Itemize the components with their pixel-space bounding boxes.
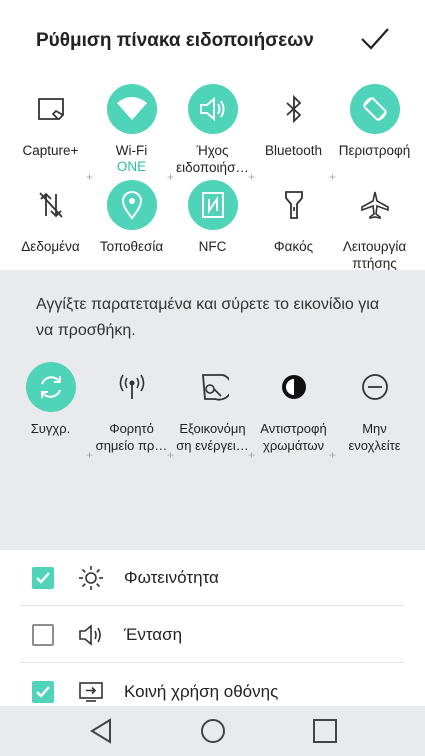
separator-plus: + — [329, 170, 337, 184]
brightness-checkbox[interactable] — [32, 566, 54, 589]
volume-icon — [78, 622, 104, 648]
page-title: Ρύθμιση πίνακα ειδοποιήσεων — [36, 30, 314, 51]
flashlight-icon — [269, 180, 319, 230]
separator-plus: + — [248, 170, 256, 184]
tile-bluetooth[interactable]: Bluetooth — [251, 84, 336, 159]
hotspot-icon — [107, 362, 157, 412]
bluetooth-icon — [269, 84, 319, 134]
tile-battery-saver[interactable]: Εξοικονόμη ση ενέργει… — [170, 362, 255, 454]
separator-plus: + — [329, 448, 337, 462]
volume-checkbox[interactable] — [32, 623, 54, 646]
brightness-label: Φωτεινότητα — [124, 567, 219, 587]
rotate-icon — [349, 84, 400, 134]
tile-location[interactable]: Τοποθεσία — [89, 180, 174, 255]
tile-do-not-disturb[interactable]: Μην ενοχλείτε — [332, 362, 417, 454]
brightness-icon — [78, 565, 104, 591]
volume-label: Ένταση — [124, 624, 183, 644]
tile-notification-sound[interactable]: Ήχος ειδοποιήσ… — [170, 84, 255, 176]
location-pin-icon — [106, 180, 157, 230]
separator-plus: + — [167, 170, 175, 184]
capture-plus-icon — [26, 84, 76, 134]
back-icon[interactable] — [86, 716, 116, 746]
tile-rotation[interactable]: Περιστροφή — [332, 84, 417, 159]
wifi-icon — [106, 84, 157, 134]
tile-sync[interactable]: Συγχρ. — [8, 362, 93, 437]
data-off-icon — [26, 180, 76, 230]
battery-saver-icon — [188, 362, 238, 412]
checkmark-icon[interactable] — [360, 26, 390, 52]
screen-share-checkbox[interactable] — [32, 681, 54, 703]
screen-share-label: Κοινή χρήση οθόνης — [124, 682, 279, 701]
option-brightness[interactable]: Φωτεινότητα — [20, 550, 404, 606]
tile-wifi[interactable]: Wi-Fi ONE — [89, 84, 174, 175]
tile-data[interactable]: Δεδομένα — [8, 180, 93, 255]
airplane-icon — [350, 180, 400, 230]
home-icon[interactable] — [198, 716, 228, 746]
active-tiles-grid: Capture+ Wi-Fi ONE Ήχος ειδοποιήσ… Bluet… — [0, 82, 425, 272]
do-not-disturb-icon — [350, 362, 400, 412]
separator-plus: + — [86, 448, 94, 462]
quick-settings-options: Φωτεινότητα Ένταση Κοινή χρήση οθόνης — [0, 550, 425, 706]
option-volume[interactable]: Ένταση — [20, 607, 404, 663]
recents-icon[interactable] — [310, 716, 340, 746]
tile-capture-plus[interactable]: Capture+ — [8, 84, 93, 159]
navigation-bar — [0, 706, 425, 756]
speaker-icon — [187, 84, 238, 134]
invert-colors-icon — [269, 362, 319, 412]
tile-flashlight[interactable]: Φακός — [251, 180, 336, 255]
inactive-tiles-panel: Αγγίξτε παρατεταμένα και σύρετε το εικον… — [0, 270, 425, 550]
sync-icon — [25, 362, 76, 412]
wifi-network-name: ONE — [116, 159, 147, 174]
separator-plus: + — [86, 170, 94, 184]
separator-plus: + — [167, 448, 175, 462]
screen-share-icon — [78, 679, 104, 705]
nfc-icon — [187, 180, 238, 230]
drag-hint: Αγγίξτε παρατεταμένα και σύρετε το εικον… — [36, 296, 380, 339]
header: Ρύθμιση πίνακα ειδοποιήσεων — [0, 0, 425, 82]
tile-airplane-mode[interactable]: Λειτουργία πτήσης — [332, 180, 417, 272]
tile-hotspot[interactable]: Φορητό σημείο πρ… — [89, 362, 174, 454]
tile-invert-colors[interactable]: Αντιστροφή χρωμάτων — [251, 362, 336, 454]
tile-nfc[interactable]: NFC — [170, 180, 255, 255]
separator-plus: + — [248, 448, 256, 462]
